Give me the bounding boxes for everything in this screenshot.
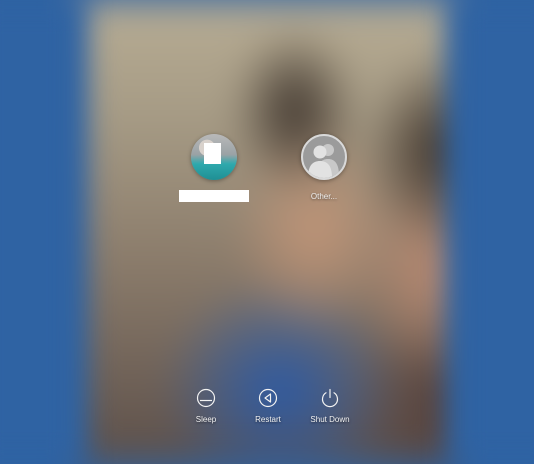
user-photo-icon[interactable] — [191, 134, 237, 180]
two-people-silhouette-icon — [308, 144, 339, 178]
shutdown-button[interactable]: Shut Down — [300, 388, 360, 424]
user-account-other[interactable]: Other... — [294, 134, 354, 201]
shutdown-label: Shut Down — [310, 415, 350, 424]
sleep-button[interactable]: Sleep — [176, 388, 236, 424]
restart-icon — [258, 388, 278, 408]
restart-button[interactable]: Restart — [238, 388, 298, 424]
redacted-username — [179, 190, 249, 202]
user-label-other: Other... — [310, 192, 338, 201]
restart-label: Restart — [255, 415, 281, 424]
power-icon — [321, 388, 339, 408]
login-screen: Other... Sleep Restart Shut Down — [0, 0, 534, 464]
user-account-main[interactable] — [179, 134, 249, 202]
redaction-box — [204, 143, 221, 164]
power-controls: Sleep Restart Shut Down — [0, 388, 534, 428]
sleep-icon — [196, 388, 216, 408]
generic-user-icon[interactable] — [301, 134, 347, 180]
sleep-label: Sleep — [195, 415, 217, 424]
